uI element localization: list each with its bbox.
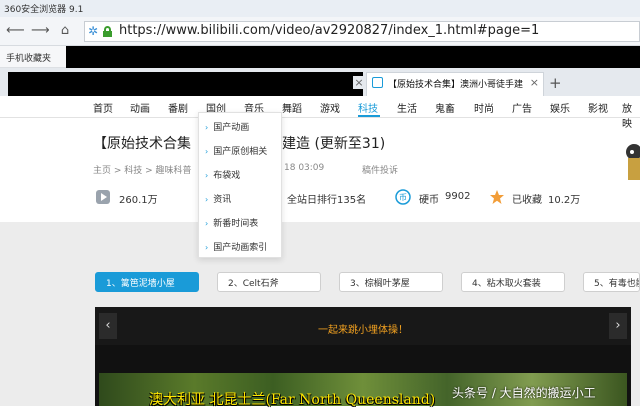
daily-rank: 全站日排行135名 [287,195,367,206]
tab-title: 【原始技术合集】澳洲小哥徒手建 [388,80,524,90]
nav-item-active[interactable]: 科技 [358,100,378,115]
dropdown-item[interactable]: › 新番时间表 [205,216,258,229]
watermark: 头条号 / 大自然的搬运小工 [452,386,596,400]
window-title: 360安全浏览器 9.1 [4,5,84,15]
mascot-image [626,144,640,180]
dropdown-item-label: 国产动画索引 [213,243,268,253]
browser-toolbar: ⟵ ⟶ ⌂ ✲ https://www.bilibili.com/video/a… [0,17,640,46]
play-count-icon [96,190,110,204]
redacted-bar [66,46,640,68]
tab-redacted[interactable]: × [8,72,365,96]
favorites-mobile-link[interactable]: 手机收藏夹 [6,51,51,64]
dropdown-item[interactable]: › 资讯 [205,192,231,205]
dropdown-item[interactable]: › 布袋戏 [205,168,240,181]
nav-item[interactable]: 动画 [130,100,150,115]
part-item[interactable]: 4、粘木取火套装 [461,272,565,292]
dropdown-item[interactable]: › 国产动画索引 [205,240,267,253]
part-item[interactable]: 2、Celt石斧 [217,272,321,292]
tab-active[interactable]: 【原始技术合集】澳洲小哥徒手建 × [366,72,544,96]
collect-label: 已收藏 [512,195,542,206]
collect-count: 10.2万 [548,195,581,206]
tab-close-icon[interactable]: × [530,76,539,89]
star-icon[interactable] [489,189,505,205]
dropdown-item-label: 布袋戏 [213,171,241,181]
nav-item[interactable]: 舞蹈 [282,100,302,115]
coins-label: 硬币 [419,195,439,206]
upload-date: 18 03:09 [284,163,325,173]
part-list: 1、篱笆泥墙小屋 2、Celt石斧 3、棕榈叶茅屋 4、粘木取火套装 5、有毒也… [95,272,640,294]
next-part-button[interactable]: › [609,313,627,339]
coin-icon[interactable]: 币 [395,189,411,205]
refresh-icon[interactable]: ✲ [88,24,98,38]
nav-item[interactable]: 首页 [93,100,113,115]
browser-titlebar: 360安全浏览器 9.1 [0,0,640,17]
nav-item[interactable]: 生活 [397,100,417,115]
nav-item[interactable]: 广告 [512,100,532,115]
part-item[interactable]: 3、棕榈叶茅屋 [339,272,443,292]
chevron-right-icon: › [205,243,209,252]
part-item-active[interactable]: 1、篱笆泥墙小屋 [95,272,199,292]
nav-item[interactable]: 番剧 [168,100,188,115]
player-top-bar: ‹ 一起来跳小埋体操！ › [95,307,631,345]
nav-item[interactable]: 娱乐 [550,100,570,115]
chevron-right-icon: › [205,171,209,180]
new-tab-button[interactable]: + [549,74,562,92]
back-icon[interactable]: ⟵ [6,22,25,40]
nav-item[interactable]: 放映 [622,100,640,130]
video-title: 【原始技术合集 [93,136,191,152]
favorites-bar: 手机收藏夹 [0,46,640,68]
lock-icon [103,26,112,37]
tab-close-icon[interactable]: × [353,76,365,89]
nav-item[interactable]: 游戏 [320,100,340,115]
part-item[interactable]: 5、有毒也能 [583,272,640,292]
nav-item[interactable]: 影视 [588,100,608,115]
video-title-continued: 建造 (更新至31) [282,136,386,152]
bilibili-tv-icon [372,77,383,88]
dropdown-item-label: 国产原创相关 [213,147,268,157]
player-caption: 一起来跳小埋体操！ [318,325,408,336]
coins-count: 9902 [445,191,471,202]
dropdown-item-label: 新番时间表 [213,219,259,229]
dropdown-menu: › 国产动画 › 国产原创相关 › 布袋戏 › 资讯 › 新番时间表 › 国产动画索引 [198,112,282,258]
video-subtitle: 澳大利亚 北昆士兰(Far North Queensland) [149,392,436,408]
chevron-right-icon: › [205,219,209,228]
dropdown-item-label: 资讯 [213,195,232,205]
dropdown-item-label: 国产动画 [213,123,250,133]
dropdown-item[interactable]: › 国产原创相关 [205,144,267,157]
report-link[interactable]: 稿件投诉 [362,163,398,176]
view-count: 260.1万 [119,195,158,206]
chevron-right-icon: › [205,147,209,156]
breadcrumb[interactable]: 主页 > 科技 > 趣味科普 [93,163,192,176]
address-bar[interactable]: ✲ https://www.bilibili.com/video/av29208… [84,21,640,42]
home-icon[interactable]: ⌂ [56,22,74,40]
forward-icon[interactable]: ⟶ [31,22,50,40]
active-underline [358,115,380,117]
nav-item[interactable]: 鬼畜 [435,100,455,115]
chevron-right-icon: › [205,195,209,204]
url-text[interactable]: https://www.bilibili.com/video/av2920827… [119,23,539,38]
svg-text:币: 币 [399,193,407,202]
dropdown-item[interactable]: › 国产动画 [205,120,249,133]
nav-item[interactable]: 时尚 [474,100,494,115]
video-stats: 260.1万 全站日排行135名 币 硬币 9902 已收藏 10.2万 [0,186,640,208]
tab-bar: × 【原始技术合集】澳洲小哥徒手建 × + [0,68,640,96]
chevron-right-icon: › [205,123,209,132]
site-nav: 首页 动画 番剧 国创 音乐 舞蹈 游戏 科技 生活 鬼畜 时尚 广告 娱乐 影… [0,96,640,130]
